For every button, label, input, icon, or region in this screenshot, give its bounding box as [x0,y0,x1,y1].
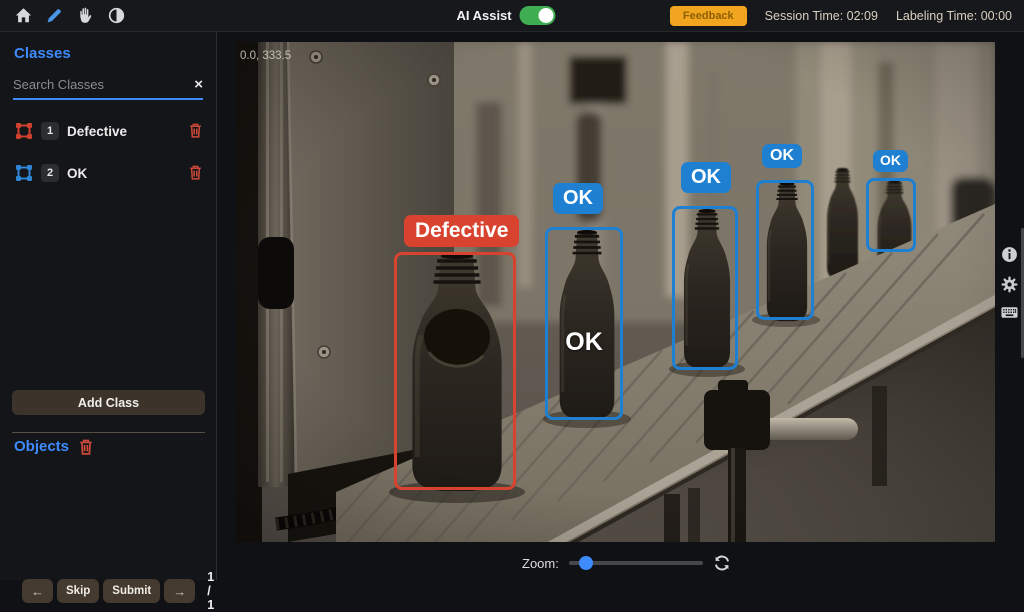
top-toolbar: AI Assist Feedback Session Time: 02:09 L… [0,0,1024,32]
tool-group [12,5,127,27]
bbox-label-ok-2[interactable]: OK [681,162,731,193]
ai-assist-toggle[interactable] [520,6,556,25]
bbox-label-ok-1[interactable]: OK [553,183,603,214]
session-time: Session Time: 02:09 [765,9,878,23]
settings-gear-icon[interactable] [1001,276,1018,293]
feedback-button[interactable]: Feedback [670,6,747,26]
classes-title: Classes [14,45,216,62]
search-classes-row: × [13,77,203,100]
labeling-canvas[interactable]: 0.0, 333.5 Defective OK OK OK OK OK [236,42,995,542]
bbox-defective[interactable] [394,252,516,490]
contrast-icon[interactable] [105,5,127,27]
labeling-time: Labeling Time: 00:00 [896,9,1012,23]
clear-search-icon[interactable]: × [194,77,203,92]
bbox-inner-label-ok-1: OK [545,328,623,357]
keyboard-shortcuts-icon[interactable] [1001,306,1018,323]
bbox-label-ok-3[interactable]: OK [762,144,802,168]
delete-class-icon[interactable] [189,165,203,181]
topbar-right: Feedback Session Time: 02:09 Labeling Ti… [670,0,1012,32]
class-row-ok[interactable]: 2 OK [16,162,203,184]
ai-assist-label: AI Assist [456,8,511,23]
bbox-ok-3[interactable] [756,180,814,320]
info-icon[interactable] [1001,246,1018,263]
bbox-class-icon-blue [16,165,32,181]
search-classes-input[interactable] [13,77,194,92]
class-hotkey-badge: 1 [41,122,59,140]
zoom-slider-thumb[interactable] [579,556,593,570]
class-name: OK [67,166,189,181]
bbox-class-icon-red [16,123,32,139]
objects-title: Objects [14,438,69,455]
sidebar-divider [12,432,205,433]
zoom-controls: Zoom: [522,554,731,572]
class-row-defective[interactable]: 1 Defective [16,120,203,142]
annotation-canvas-area: 0.0, 333.5 Defective OK OK OK OK OK Zoom… [217,32,1024,580]
delete-class-icon[interactable] [189,123,203,139]
bbox-label-ok-4[interactable]: OK [873,150,908,172]
reset-zoom-icon[interactable] [713,554,731,572]
submit-button[interactable]: Submit [103,579,160,603]
delete-all-objects-icon[interactable] [79,439,93,455]
ai-assist-control: AI Assist [456,6,555,25]
toggle-knob [539,8,554,23]
add-class-button[interactable]: Add Class [12,390,205,415]
pencil-icon[interactable] [43,5,65,27]
class-hotkey-badge: 2 [41,164,59,182]
image-nav-controls: ← Skip Submit → 1 / 1 [22,570,216,612]
zoom-slider[interactable] [569,561,703,565]
prev-image-button[interactable]: ← [22,579,53,603]
bbox-ok-1[interactable] [545,227,623,420]
hand-icon[interactable] [74,5,96,27]
class-name: Defective [67,124,189,139]
next-image-button[interactable]: → [164,579,195,603]
canvas-side-controls [997,246,1021,323]
page-indicator: 1 / 1 [207,570,216,612]
skip-button[interactable]: Skip [57,579,99,603]
objects-section-header: Objects [14,438,93,455]
bbox-ok-4[interactable] [866,178,916,252]
home-icon[interactable] [12,5,34,27]
left-sidebar: Classes × 1 Defective 2 OK [0,32,217,580]
zoom-label: Zoom: [522,556,559,571]
cursor-coordinates: 0.0, 333.5 [240,50,291,62]
bbox-ok-2[interactable] [672,206,738,370]
bbox-label-defective[interactable]: Defective [404,215,519,247]
